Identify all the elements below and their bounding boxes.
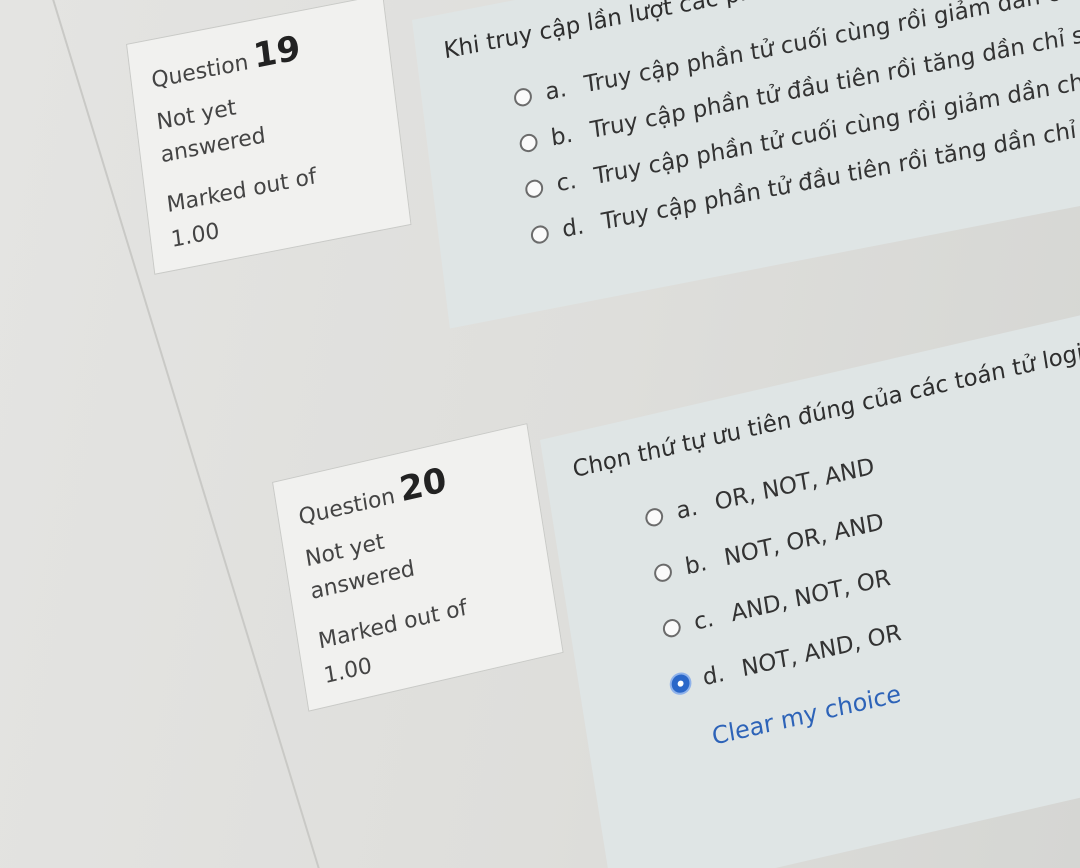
answer-letter: c. xyxy=(555,167,579,198)
quiz-page: Question19 Not yet answered Marked out o… xyxy=(0,0,1080,868)
radio-button-selected[interactable] xyxy=(670,672,691,695)
answer-letter: c. xyxy=(692,605,716,636)
question-19-content: Khi truy cập lần lượt các phần tử của mả… xyxy=(412,0,1080,329)
answer-letter: a. xyxy=(674,494,700,525)
question-label: Question xyxy=(297,483,397,531)
radio-button[interactable] xyxy=(529,223,550,246)
answer-text: OR, NOT, AND xyxy=(713,453,877,517)
answer-text: NOT, AND, OR xyxy=(739,619,904,683)
answer-letter: b. xyxy=(549,121,575,152)
answer-letter: d. xyxy=(560,213,586,244)
radio-button[interactable] xyxy=(513,86,533,108)
question-number: 19 xyxy=(251,27,303,77)
radio-button[interactable] xyxy=(661,617,682,640)
radio-button[interactable] xyxy=(652,561,674,584)
question-label: Question xyxy=(150,50,250,94)
radio-button[interactable] xyxy=(524,178,545,200)
answer-text: AND, NOT, OR xyxy=(729,564,893,628)
answer-letter: d. xyxy=(700,660,727,692)
question-20-info: Question20 Not yet answered Marked out o… xyxy=(272,423,564,712)
answer-letter: a. xyxy=(543,75,569,106)
question-number: 20 xyxy=(396,459,450,511)
radio-button[interactable] xyxy=(644,506,665,529)
photo-stage: Question19 Not yet answered Marked out o… xyxy=(0,0,1080,868)
answer-text: NOT, OR, AND xyxy=(722,508,886,572)
question-20-content: Chọn thứ tự ưu tiên đúng của các toán tử… xyxy=(540,296,1080,868)
radio-button[interactable] xyxy=(518,132,539,154)
answer-letter: b. xyxy=(683,549,709,581)
question-19-info: Question19 Not yet answered Marked out o… xyxy=(126,0,412,275)
